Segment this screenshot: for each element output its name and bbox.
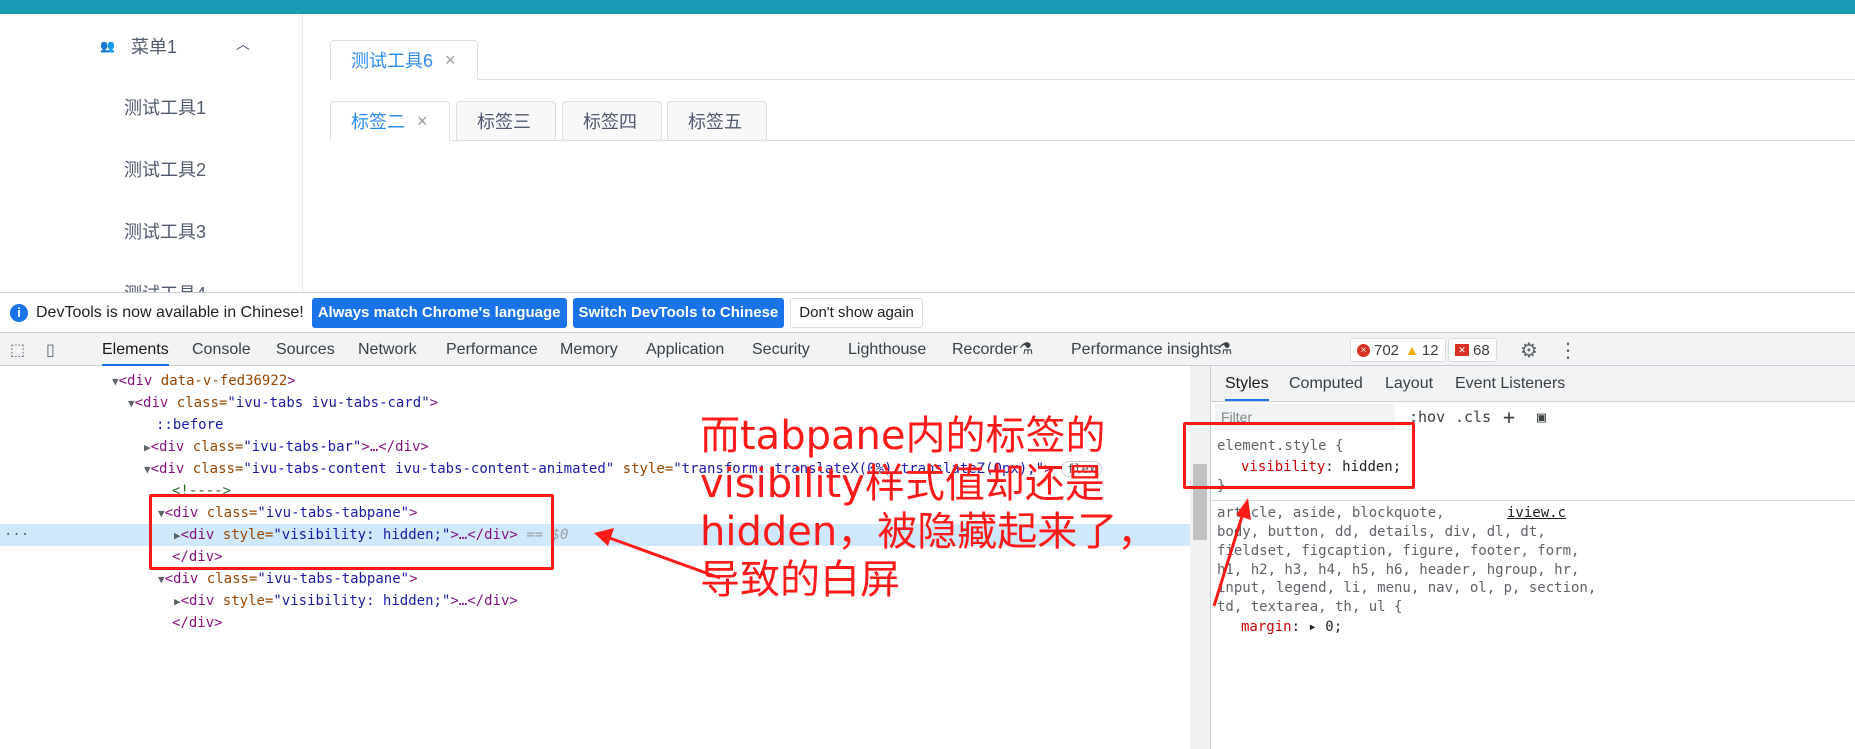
error-icon: × [1357,343,1370,357]
menu-item[interactable]: 测试工具1 [124,96,206,120]
tab-computed[interactable]: Computed [1289,366,1363,401]
close-icon[interactable]: × [445,50,456,71]
page-tab[interactable]: 测试工具6 × [330,40,478,80]
menu-group-header[interactable]: 👥 菜单1 ︿ [100,34,260,58]
warning-icon: ▲ [1405,342,1419,358]
tab-label: 标签五 [688,112,742,132]
inner-tab[interactable]: 标签二 × [330,101,450,141]
match-language-button[interactable]: Always match Chrome's language [311,297,567,328]
add-rule-icon[interactable]: + [1503,404,1515,430]
dom-node[interactable]: ▼<div data-v-fed36922> [0,370,1190,392]
highlight-box-tabpane [149,494,554,570]
inner-tab[interactable]: 标签三 [456,101,556,141]
chevron-up-icon: ︿ [236,36,250,52]
devtools-tabstrip: ⬚ ▯ Elements Console Sources Network Per… [0,332,1855,366]
tab-styles[interactable]: Styles [1225,366,1269,401]
rule-selector[interactable]: input, legend, li, menu, nav, ol, p, sec… [1217,580,1596,596]
devtools-infobar: i DevTools is now available in Chinese! … [0,292,1855,332]
page-tabs: 测试工具6 × [330,40,1855,80]
rule-selector[interactable]: article, aside, blockquote, [1217,505,1445,521]
tab-event-listeners[interactable]: Event Listeners [1455,366,1565,401]
computed-styles-icon[interactable]: ▣ [1537,404,1546,430]
sidebar: 👥 菜单1 ︿ 测试工具1 测试工具2 测试工具3 测试工具4 [0,14,303,292]
tab-console[interactable]: Console [192,333,251,366]
info-icon: i [10,303,28,322]
issues-count: 68 [1473,341,1490,359]
tab-performance[interactable]: Performance [446,333,538,366]
inner-tab[interactable]: 标签四 [562,101,662,141]
rule-source-link[interactable]: iview.c [1507,505,1566,521]
console-counts-badge[interactable]: × 702 ▲ 12 [1350,338,1446,362]
tab-label: 标签二 [351,112,405,132]
rule-selector[interactable]: td, textarea, th, ul { [1217,599,1402,615]
dont-show-again-button[interactable]: Don't show again [790,297,923,328]
issues-icon: ✕ [1455,344,1469,356]
menu-item[interactable]: 测试工具4 [124,282,206,292]
collapse-arrow-icon[interactable]: ▼ [158,573,165,586]
expand-arrow-icon[interactable]: ▶ [174,595,181,608]
main-content: 测试工具6 × 标签二 × 标签三 标签四 标签五 [304,14,1855,292]
rule-declaration[interactable]: margin: ▸ 0; [1241,619,1342,635]
rule-selector[interactable]: fieldset, figcaption, figure, footer, fo… [1217,543,1579,559]
infobar-message: DevTools is now available in Chinese! [36,303,304,321]
tab-label: 标签三 [477,112,531,132]
more-options-icon[interactable]: ··· [4,524,29,546]
tab-elements[interactable]: Elements [102,333,169,366]
error-count: 702 [1374,341,1400,359]
rule-selector[interactable]: body, button, dd, details, div, dl, dt, [1217,524,1546,540]
app-top-bar [0,0,1855,14]
more-menu-icon[interactable]: ⋮ [1558,338,1578,362]
tab-security[interactable]: Security [752,333,810,366]
tab-network[interactable]: Network [358,333,417,366]
inner-tabs: 标签二 × 标签三 标签四 标签五 [330,101,1855,141]
highlight-box-element-style [1183,422,1415,489]
tab-label: 标签四 [583,112,637,132]
dom-node[interactable]: ▼<div class="ivu-tabs ivu-tabs-card"> [0,392,1190,414]
collapse-arrow-icon[interactable]: ▼ [128,397,135,410]
device-toggle-icon[interactable]: ▯ [46,340,66,360]
menu-item[interactable]: 测试工具3 [124,220,206,244]
dom-close-tag[interactable]: </div> [0,612,1190,634]
rule-selector[interactable]: h1, h2, h3, h4, h5, h6, header, hgroup, … [1217,562,1579,578]
tab-sources[interactable]: Sources [276,333,335,366]
tab-performance-insights[interactable]: Performance insights [1071,333,1221,366]
gear-icon[interactable]: ⚙ [1520,338,1540,362]
cls-toggle[interactable]: .cls [1455,404,1491,430]
tab-lighthouse[interactable]: Lighthouse [848,333,926,366]
menu-group-title: 菜单1 [131,37,178,57]
users-icon: 👥 [100,39,115,53]
rule-divider [1211,500,1855,501]
expand-arrow-icon[interactable]: ▶ [144,441,151,454]
warning-count: 12 [1421,341,1439,359]
flask-icon: ⚗ [1019,341,1034,358]
collapse-arrow-icon[interactable]: ▼ [112,375,119,388]
menu-item[interactable]: 测试工具2 [124,158,206,182]
tab-application[interactable]: Application [646,333,724,366]
inspect-icon[interactable]: ⬚ [10,340,30,360]
tab-recorder[interactable]: Recorder [952,333,1018,366]
tab-label: 测试工具6 [351,51,434,71]
flask-icon: ⚗ [1218,341,1233,358]
annotation-text: 而tabpane内的标签的 visibility样式值却还是 hidden，被隐… [700,413,1158,603]
inner-tab[interactable]: 标签五 [667,101,767,141]
issues-badge[interactable]: ✕ 68 [1448,338,1497,362]
switch-chinese-button[interactable]: Switch DevTools to Chinese [572,297,785,328]
close-icon[interactable]: × [417,111,428,132]
tab-layout[interactable]: Layout [1385,366,1433,401]
styles-tabstrip: Styles Computed Layout Event Listeners [1211,366,1855,402]
tab-memory[interactable]: Memory [560,333,618,366]
collapse-arrow-icon[interactable]: ▼ [144,463,151,476]
